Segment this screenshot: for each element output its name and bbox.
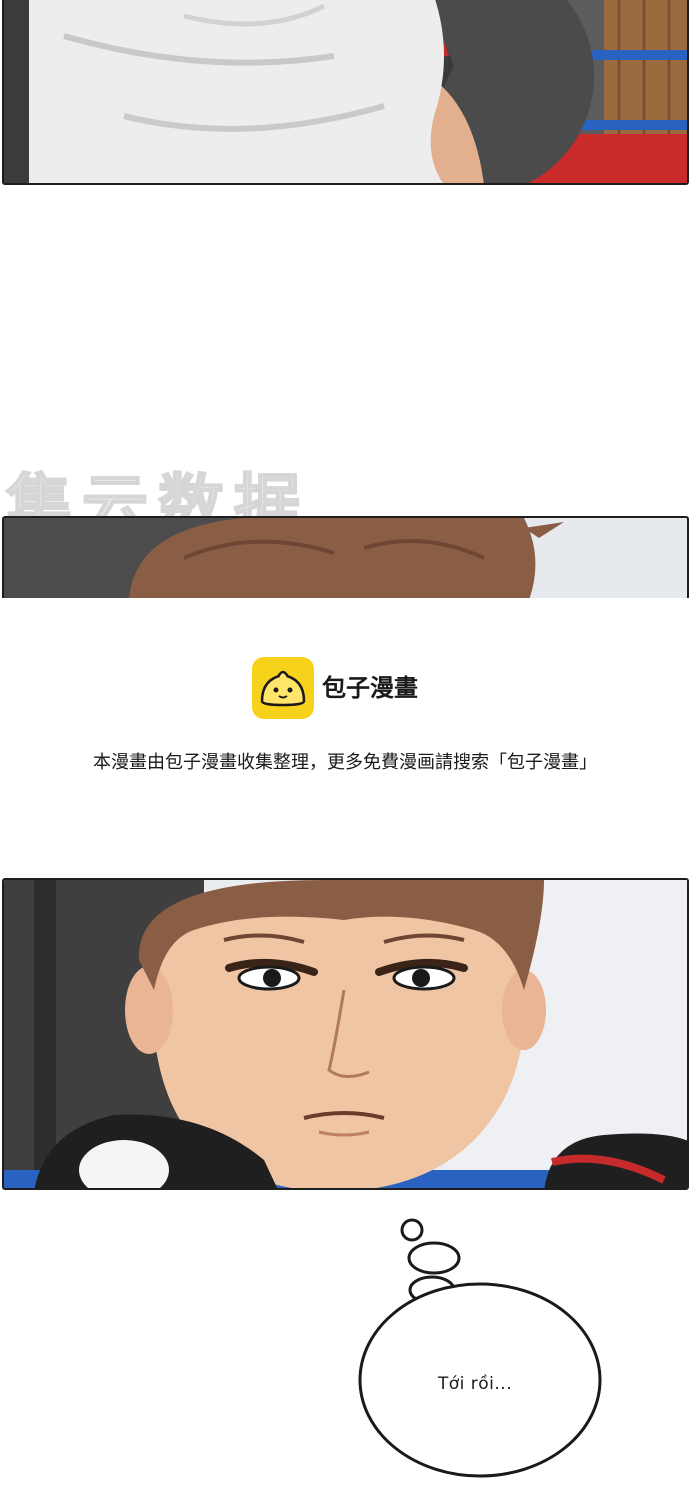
panel-top-art: [4, 0, 687, 183]
comic-panel-top: [2, 0, 689, 185]
panel-face-art: [4, 880, 687, 1188]
baozi-logo-icon: [252, 657, 314, 719]
speech-text: Tới rồi...: [437, 1374, 513, 1394]
app-name: 包子漫畫: [322, 674, 418, 702]
panel-middle-art: [4, 518, 687, 598]
comic-panel-face: [2, 878, 689, 1190]
thought-bubble: [358, 1218, 602, 1478]
source-notice: 本漫畫由包子漫畫收集整理，更多免費漫画請搜索「包子漫畫」: [93, 752, 597, 773]
comic-panel-middle: [2, 516, 689, 598]
